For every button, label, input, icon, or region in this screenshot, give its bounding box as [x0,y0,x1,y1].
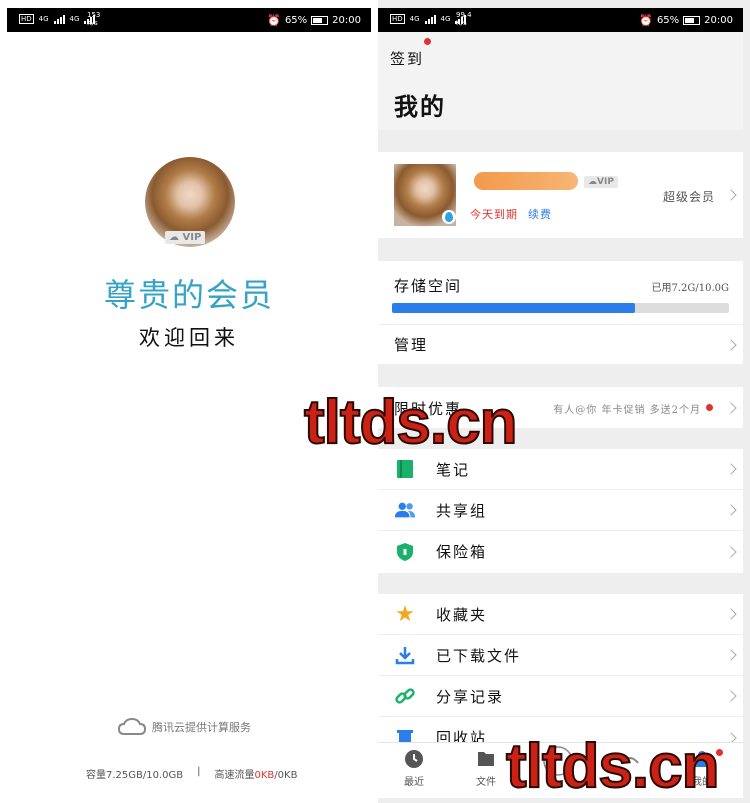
battery-icon [311,16,329,25]
welcome-subtitle: 欢迎回来 [139,326,239,350]
service-text: 腾讯云提供计算服务 [152,721,251,734]
list-item[interactable]: 分享记录 [378,676,743,717]
network-label: 4G [38,15,49,23]
clock-icon [405,750,423,768]
files-list: ★ 收藏夹 已下载文件 分享记录 回收站 [378,594,743,747]
list-item[interactable]: 保险箱 [378,531,743,572]
chevron-right-icon [725,463,737,475]
chevron-right-icon [725,401,737,414]
network-label-2: 4G [440,15,451,23]
header: 签到 我的 [378,32,743,130]
member-type: 超级会员 [662,190,715,204]
alarm-icon: ⏰ [267,14,281,27]
promo-dot [706,404,713,411]
hd-indicator: HD [390,14,405,24]
battery-icon [683,16,701,25]
item-label: 收藏夹 [436,605,488,624]
signin-button[interactable]: 签到 [390,48,424,69]
network-label-2: 4G [69,15,80,23]
chevron-right-icon [725,545,737,558]
storage-usage: 已用7.2G/10.0G [651,283,729,294]
expire-text: 今天到期 [470,208,518,221]
traffic-label: 高速流量0KB/0KB [214,770,298,781]
item-label: 笔记 [436,460,471,479]
chevron-right-icon [725,189,737,201]
star-icon: ★ [395,601,415,627]
item-label: 已下载文件 [436,646,522,665]
watermark-text: tltds.cn [303,387,518,458]
item-label: 共享组 [436,501,488,520]
chevron-right-icon [725,690,737,702]
watermark-text: tltds.cn [505,731,720,802]
clock-time: 20:00 [332,15,361,26]
chevron-right-icon [725,338,737,351]
storage-progress [392,303,729,313]
storage-card[interactable]: 存储空间 已用7.2G/10.0G 管理 [378,261,743,365]
share-link-icon [394,685,416,707]
notification-dot [424,38,431,45]
profile-card[interactable]: ☁VIP 今天到期 续费 超级会员 [378,152,743,238]
signal-icon [53,14,65,24]
page-title: 我的 [394,92,446,121]
note-icon [394,458,416,480]
service-provider: 腾讯云提供计算服务 [118,718,251,736]
network-label: 4G [409,15,420,23]
safe-icon [394,541,416,563]
list-item[interactable]: 共享组 [378,490,743,531]
username-redacted [474,172,578,190]
status-bar: HD 4G 4G 99.4 K/s ⏰ 65% 20:00 [378,8,743,32]
clock-time: 20:00 [704,15,733,26]
storage-progress-fill [392,303,635,313]
folder-icon [478,752,494,766]
hd-indicator: HD [19,14,34,24]
quota-line: 容量7.25GB/10.0GB | 高速流量0KB/0KB [86,766,297,781]
separator: | [197,766,201,777]
tab-recent[interactable]: 最近 [384,749,444,788]
storage-label: 存储空间 [394,277,463,295]
renew-link[interactable]: 续费 [528,206,552,222]
promo-text: 有人@你 年卡促销 多送2个月 [553,405,701,416]
tab-label: 文件 [476,777,496,788]
vip-badge: ☁ VIP [165,231,206,244]
list-item[interactable]: 已下载文件 [378,635,743,676]
chevron-right-icon [725,649,737,661]
item-label: 分享记录 [436,687,505,706]
list-item[interactable]: ★ 收藏夹 [378,594,743,635]
welcome-title: 尊贵的会员 [103,276,274,314]
network-speed: 153 K/s [87,11,101,27]
status-bar: HD 4G 4G 153 K/s ⏰ 65% 20:00 [7,8,371,32]
vip-badge: ☁VIP [584,176,618,188]
chevron-right-icon [725,504,737,516]
network-speed: 99.4 K/s [456,11,472,27]
manage-row[interactable]: 管理 [378,324,743,365]
signal-icon [424,14,436,24]
manage-label: 管理 [394,336,429,354]
group-icon [394,499,416,521]
tab-label: 最近 [404,777,424,788]
vip-level-icon [442,210,456,224]
download-icon [394,644,416,666]
item-label: 保险箱 [436,543,488,561]
capacity-label: 容量7.25GB/10.0GB [86,770,184,781]
alarm-icon: ⏰ [639,14,653,27]
battery-percent: 65% [284,15,308,26]
tools-list: 笔记 共享组 保险箱 [378,449,743,573]
cloud-icon [118,718,146,735]
chevron-right-icon [725,608,737,620]
battery-percent: 65% [656,15,680,26]
